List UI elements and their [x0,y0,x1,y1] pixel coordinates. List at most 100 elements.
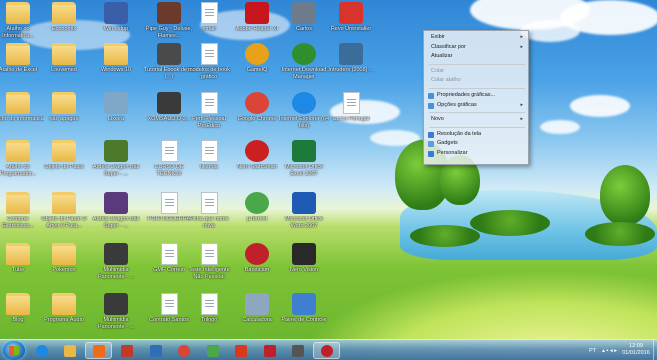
desktop-icon[interactable]: Lixeira [90,90,142,140]
app-icon [104,192,128,214]
taskbar-button[interactable] [85,342,112,359]
desktop-icon-label: Adobe Reader XI [235,26,279,32]
desktop-icon[interactable]: Trilogo [183,291,235,341]
document-icon [200,243,218,265]
app-icon [245,243,269,265]
taskbar-button[interactable] [285,342,312,359]
show-desktop-button[interactable] [653,340,657,360]
desktop-icon[interactable]: Bandicam [231,241,283,291]
document-icon [200,92,218,114]
taskbar-button[interactable] [28,342,55,359]
desktop-icon[interactable]: Microsoft Office Excel 2007 [278,138,330,188]
desktop-icon[interactable]: Ficha que nome nova [183,190,235,240]
clock[interactable]: 12:09 01/01/2016 [621,343,651,357]
desktop-icon[interactable]: Microsoft Office Word 2007 [278,190,330,240]
desktop-icon[interactable]: Objeto do Paulo O Amor é Pura... [38,190,90,240]
taskbar-button[interactable] [199,342,226,359]
desktop-icon[interactable]: Internet Download Manager [278,41,330,91]
submenu-arrow-icon: ▸ [520,43,523,50]
desktop-icon-label: Economix [51,26,77,32]
desktop-icon[interactable]: modelos de book gráfico [183,41,235,91]
taskbar-button[interactable] [57,342,84,359]
taskbar-button[interactable] [228,342,255,359]
desktop-icon[interactable]: Nero Vision [278,241,330,291]
menu-separator [429,112,525,114]
folder-icon [52,243,76,265]
document-icon [160,140,178,162]
app-icon [292,92,316,114]
start-button[interactable] [3,341,25,360]
app-icon [292,2,316,24]
menu-item-label: Gadgets [437,140,458,147]
desktop-icon[interactable]: Teste Intelligente Não Pessoal [183,241,235,291]
desktop-icon[interactable]: Louvemed [38,41,90,91]
folder-icon [52,293,76,315]
document-icon [160,293,178,315]
submenu-arrow-icon: ▸ [520,101,523,108]
desktop-icon-label: Ficha que nome nova [189,216,229,229]
app-icon [104,2,128,24]
chrome-icon [178,344,190,357]
context-menu-item[interactable]: Atualizar [425,52,527,62]
desktop-icon[interactable]: Windows 10 [90,41,142,91]
folder-icon [52,92,76,114]
app-icon [104,92,128,114]
desktop-icon-label: Programa Áudio [44,317,84,323]
menu-separator [429,63,525,65]
tray-arrows-icon[interactable]: ▴ ▪ ◂ ▸ [602,348,617,354]
desktop-icon-label: Nero Vision [289,267,319,273]
desktop-icon[interactable]: Objeto do Paulo [38,138,90,188]
desktop-icon[interactable]: Multimídia Panoneote - ... [90,241,142,291]
app-icon [245,43,269,65]
desktop-icon-label: Windows 10 [101,67,131,73]
desktop-icon[interactable]: Curso Portugal [325,90,377,140]
folder-icon [6,2,30,24]
context-menu-item[interactable]: Personalizar [425,149,527,159]
desktop-icon-label: Microsoft Office Word 2007 [284,216,324,229]
folder-icon [52,2,76,24]
explorer-folder-icon [64,344,76,357]
desktop-icon[interactable]: Programa Áudio [38,291,90,341]
desktop-icon[interactable]: Nero StartSmart [231,138,283,188]
context-menu-item: Colar atalho [425,76,527,86]
desktop-icon[interactable]: tikanda [183,138,235,188]
context-menu-item[interactable]: Novo ▸ [425,115,527,125]
folder-icon [52,43,76,65]
desktop-icon[interactable]: Pokemon [38,241,90,291]
taskbar-button[interactable] [114,342,141,359]
taskbar-button[interactable] [313,342,340,359]
context-menu-item[interactable]: Opções gráficas ▸ [425,101,527,111]
desktop-icon[interactable]: não apague [38,90,90,140]
desktop-icon[interactable]: Calculadora [231,291,283,341]
desktop-icon-label: Lixeira [107,116,125,122]
context-menu-item[interactable]: Resolução da tela [425,130,527,140]
desktop-icon-label: Louvemed [51,67,77,73]
language-indicator[interactable]: PT [589,348,596,354]
desktop-icon[interactable]: Intruders (2008) ... [325,41,377,91]
desktop-icon[interactable]: Perfil Pessoal ProEdico [183,90,235,140]
taskbar-button[interactable] [256,342,283,359]
folder-icon [6,192,30,214]
desktop-icon-label: não apague [49,116,79,122]
taskbar-button[interactable] [142,342,169,359]
app-icon [157,92,181,114]
taskbar-button[interactable] [171,342,198,359]
desktop-icon[interactable]: GameIQ [231,41,283,91]
desktop-context-menu: Exibir ▸ Classificar por ▸ Atualizar Colar Col… [423,30,529,165]
context-menu-item[interactable]: Propriedades gráficas... [425,91,527,101]
menu-item-label: Novo [431,116,444,123]
desktop-icon-label: Ardeia Dragon Ball Super - ... [92,164,140,177]
context-menu-item[interactable]: Gadgets [425,139,527,149]
desktop-icon[interactable]: Multimídia Panoneote - ... [90,291,142,341]
desktop-icon[interactable]: Google Chrome [231,90,283,140]
context-menu-item[interactable]: Classificar por ▸ [425,43,527,53]
desktop-icon-label: Curso Portugal [332,116,370,122]
desktop-icon[interactable]: Ardeia Dragon Ball Super - ... [90,190,142,240]
context-menu-item[interactable]: Exibir ▸ [425,33,527,43]
menu-item-icon [428,92,434,99]
folder-icon [52,140,76,162]
desktop-icon[interactable]: Painel de Controle [278,291,330,341]
desktop-icon[interactable]: Ardeia Dragon Ball Super - ... [90,138,142,188]
desktop-icon[interactable]: µTorrent [231,190,283,240]
desktop-icon[interactable]: Internet Explorer (64 bits) [278,90,330,140]
